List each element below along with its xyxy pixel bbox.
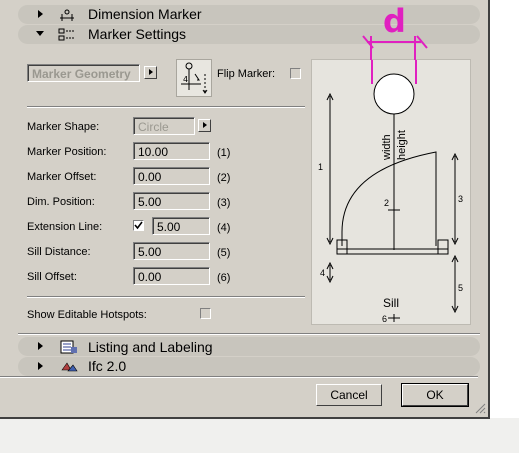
resize-grip-icon[interactable] — [474, 402, 486, 414]
geometry-dropdown-arrow[interactable] — [144, 66, 157, 79]
flip-marker-icon: 4 — [176, 59, 212, 97]
marker-preview-diagram: width height 1 2 3 4 5 Sill 6 — [311, 40, 471, 325]
d-annotation: d — [362, 2, 428, 60]
dimension-3-number: 3 — [458, 194, 463, 204]
divider — [27, 106, 305, 108]
marker-settings-icon — [58, 28, 75, 41]
marker-shape-dropdown[interactable]: Circle — [133, 117, 195, 135]
ok-button[interactable]: OK — [401, 383, 469, 407]
sill-offset-value: 0.00 — [138, 270, 162, 284]
section-title: Ifc 2.0 — [88, 358, 127, 374]
extension-line-checkbox[interactable] — [133, 220, 144, 231]
expand-arrow-icon[interactable] — [38, 362, 43, 370]
marker-position-value: 10.00 — [138, 145, 169, 159]
marker-settings-dialog: Dimension Marker Marker Settings Marker … — [0, 0, 490, 418]
cancel-button[interactable]: Cancel — [316, 384, 382, 406]
collapse-arrow-icon[interactable] — [36, 31, 44, 36]
marker-position-index: (1) — [217, 147, 231, 159]
expand-arrow-icon[interactable] — [38, 10, 43, 18]
marker-shape-value: Circle — [138, 120, 169, 134]
width-label: width — [381, 134, 393, 161]
diagram-svg: width height 1 2 3 4 5 Sill 6 — [318, 40, 463, 324]
svg-text:4: 4 — [183, 75, 188, 84]
wall-right — [437, 239, 449, 255]
marker-offset-label: Marker Offset: — [27, 171, 97, 183]
dimension-marker-icon — [60, 9, 74, 21]
hotspots-label: Show Editable Hotspots: — [27, 309, 147, 321]
dimension-1-number: 1 — [318, 162, 323, 172]
sill-offset-index: (6) — [217, 272, 231, 284]
expand-arrow-icon[interactable] — [38, 342, 43, 350]
marker-offset-input[interactable]: 0.00 — [133, 167, 210, 185]
ok-label: OK — [426, 388, 444, 402]
sill-distance-index: (5) — [217, 247, 231, 259]
dim-position-input[interactable]: 5.00 — [133, 192, 210, 210]
sill-offset-label: Sill Offset: — [27, 271, 77, 283]
dimension-6-number: 6 — [382, 314, 387, 324]
listing-labeling-icon — [60, 340, 77, 354]
marker-circle — [373, 73, 415, 115]
dimension-2-number: 2 — [384, 198, 389, 208]
sill-distance-label: Sill Distance: — [27, 246, 91, 258]
cancel-label: Cancel — [330, 388, 368, 402]
extension-line-label: Extension Line: — [27, 221, 103, 233]
marker-position-label: Marker Position: — [27, 146, 107, 158]
flip-marker-checkbox[interactable] — [290, 68, 301, 79]
section-listing-labeling[interactable]: Listing and Labeling — [18, 337, 480, 356]
divider — [18, 333, 480, 335]
section-title: Listing and Labeling — [88, 339, 213, 355]
height-label: height — [396, 130, 408, 160]
extension-line-index: (4) — [217, 222, 231, 234]
marker-offset-value: 0.00 — [138, 170, 162, 184]
marker-shape-label: Marker Shape: — [27, 121, 100, 133]
checkmark-icon — [134, 221, 143, 230]
hotspots-checkbox[interactable] — [200, 308, 211, 319]
d-label: d — [383, 2, 406, 40]
background-area — [490, 0, 519, 418]
sill-label: Sill — [383, 296, 399, 310]
flip-marker-label: Flip Marker: — [217, 68, 276, 80]
sill-distance-value: 5.00 — [138, 245, 162, 259]
sill-distance-input[interactable]: 5.00 — [133, 242, 210, 260]
marker-geometry-dropdown[interactable]: Marker Geometry — [27, 64, 140, 82]
divider — [0, 376, 478, 378]
section-ifc[interactable]: Ifc 2.0 — [18, 357, 480, 376]
section-title: Marker Settings — [88, 26, 187, 42]
dim-position-index: (3) — [217, 197, 231, 209]
ifc-icon — [61, 362, 78, 372]
marker-geometry-value: Marker Geometry — [32, 67, 131, 81]
marker-position-input[interactable]: 10.00 — [133, 142, 210, 160]
marker-shape-dropdown-arrow[interactable] — [198, 119, 211, 132]
dim-position-value: 5.00 — [138, 195, 162, 209]
section-title: Dimension Marker — [88, 6, 202, 22]
extension-line-value: 5.00 — [157, 220, 181, 234]
divider — [27, 296, 305, 298]
extension-line-input[interactable]: 5.00 — [152, 217, 210, 235]
dimension-5-number: 5 — [458, 283, 463, 293]
dim-position-label: Dim. Position: — [27, 196, 95, 208]
window-bottom-border — [0, 417, 490, 419]
dimension-4-number: 4 — [320, 268, 325, 278]
sill-offset-input[interactable]: 0.00 — [133, 267, 210, 285]
marker-offset-index: (2) — [217, 172, 231, 184]
